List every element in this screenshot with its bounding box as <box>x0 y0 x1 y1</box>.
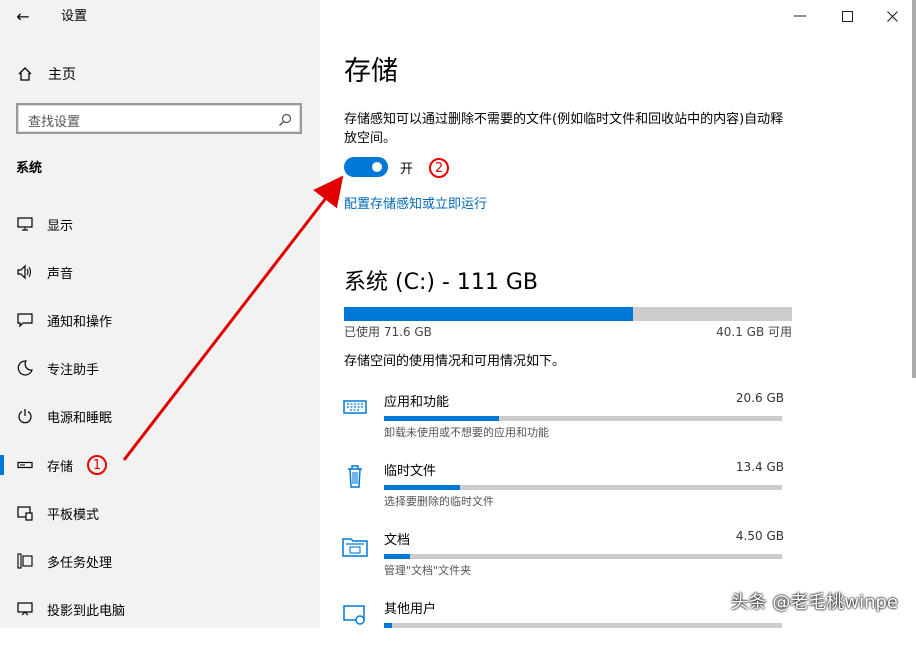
sidebar-item-project[interactable]: 投影到此电脑 <box>0 589 320 629</box>
category-bar <box>384 554 782 559</box>
category-bar-fill <box>384 416 500 421</box>
monitor-icon <box>16 215 34 233</box>
user-icon <box>340 598 370 628</box>
category-apps[interactable]: 应用和功能 20.6 GB 卸载未使用或不想要的应用和功能 <box>340 391 784 451</box>
search-placeholder: 查找设置 <box>28 115 81 130</box>
folder-icon <box>340 529 370 559</box>
sidebar-item-notifications[interactable]: 通知和操作 <box>0 300 320 340</box>
annotation-marker-1: 1 <box>87 455 107 475</box>
sidebar-item-label: 存储 <box>47 459 74 475</box>
page-title: 存储 <box>344 56 398 87</box>
search-input[interactable]: 查找设置 <box>16 103 302 134</box>
minimize-icon[interactable]: — <box>788 6 812 26</box>
speaker-icon <box>16 263 34 281</box>
category-bar-fill <box>384 554 410 559</box>
close-icon[interactable] <box>880 6 904 26</box>
sidebar-item-display[interactable]: 显示 <box>0 204 320 244</box>
sidebar-item-label: 声音 <box>47 266 74 282</box>
notification-icon <box>16 311 34 329</box>
toggle-knob <box>372 162 382 172</box>
power-icon <box>16 407 34 425</box>
category-bar-fill <box>384 485 460 490</box>
configure-storage-sense-link[interactable]: 配置存储感知或立即运行 <box>344 193 487 212</box>
category-size: 4.50 GB <box>735 529 784 543</box>
category-name: 应用和功能 <box>384 395 450 410</box>
sidebar-item-label: 显示 <box>47 218 74 234</box>
scrollbar[interactable] <box>912 0 916 378</box>
window-title: 设置 <box>61 9 88 24</box>
storage-sense-toggle[interactable] <box>344 157 388 177</box>
tablet-icon <box>16 504 34 522</box>
category-subtitle: 卸载未使用或不想要的应用和功能 <box>384 426 549 439</box>
home-nav-item[interactable]: 主页 <box>16 63 76 85</box>
trash-icon <box>340 460 370 490</box>
category-bar-fill <box>384 623 392 628</box>
storage-icon <box>16 456 34 474</box>
usage-description: 存储空间的使用情况和可用情况如下。 <box>344 354 566 369</box>
section-title: 系统 <box>16 161 43 176</box>
used-space-label: 已使用 71.6 GB <box>344 325 432 339</box>
sidebar-item-label: 多任务处理 <box>47 555 113 571</box>
category-size: 13.4 GB <box>735 460 784 474</box>
main-content: — 存储 存储感知可以通过删除不需要的文件(例如临时文件和回收站中的内容)自动释… <box>320 0 916 628</box>
category-bar <box>384 623 782 628</box>
category-subtitle: 管理"文档"文件夹 <box>384 564 472 577</box>
project-icon <box>16 600 34 618</box>
moon-icon <box>16 359 34 377</box>
sidebar-item-tablet-mode[interactable]: 平板模式 <box>0 493 320 533</box>
drive-usage-fill <box>344 307 633 321</box>
keyboard-icon <box>340 391 370 421</box>
category-other-users[interactable]: 其他用户 <box>340 598 784 658</box>
sidebar-item-sound[interactable]: 声音 <box>0 252 320 292</box>
toggle-state-label: 开 <box>400 162 414 177</box>
drive-title: 系统 (C:) - 111 GB <box>344 270 538 295</box>
sidebar-item-label: 平板模式 <box>47 507 100 523</box>
category-temp-files[interactable]: 临时文件 13.4 GB 选择要删除的临时文件 <box>340 460 784 520</box>
category-bar <box>384 416 782 421</box>
multitask-icon <box>16 552 34 570</box>
home-label: 主页 <box>48 67 76 83</box>
sidebar-item-storage[interactable]: 存储 <box>0 445 320 485</box>
drive-usage-bar <box>344 307 792 321</box>
category-bar <box>384 485 782 490</box>
storage-sense-description: 存储感知可以通过删除不需要的文件(例如临时文件和回收站中的内容)自动释放空间。 <box>344 112 784 146</box>
sidebar-item-multitasking[interactable]: 多任务处理 <box>0 541 320 581</box>
back-arrow-icon[interactable]: ← <box>12 6 34 28</box>
maximize-icon[interactable] <box>835 6 859 26</box>
category-subtitle: 选择要删除的临时文件 <box>384 495 494 508</box>
watermark: 头条 @老毛桃winpe <box>730 592 898 613</box>
category-name: 其他用户 <box>384 602 437 617</box>
sidebar-item-label: 通知和操作 <box>47 314 113 330</box>
sidebar-item-power[interactable]: 电源和睡眠 <box>0 396 320 436</box>
search-icon[interactable] <box>276 111 294 129</box>
sidebar-item-label: 电源和睡眠 <box>47 410 113 426</box>
sidebar-item-focus-assist[interactable]: 专注助手 <box>0 348 320 388</box>
sidebar-item-label: 投影到此电脑 <box>47 603 126 619</box>
category-name: 文档 <box>384 533 411 548</box>
category-documents[interactable]: 文档 4.50 GB 管理"文档"文件夹 <box>340 529 784 589</box>
annotation-marker-2: 2 <box>429 158 449 178</box>
free-space-label: 40.1 GB 可用 <box>716 325 792 339</box>
category-name: 临时文件 <box>384 464 437 479</box>
home-icon <box>16 65 34 83</box>
sidebar-item-label: 专注助手 <box>47 362 100 378</box>
sidebar: ← 设置 主页 查找设置 系统 显示 声音 通知和操作 专注助手 电源和睡眠 存… <box>0 0 320 628</box>
category-size: 20.6 GB <box>735 391 784 405</box>
